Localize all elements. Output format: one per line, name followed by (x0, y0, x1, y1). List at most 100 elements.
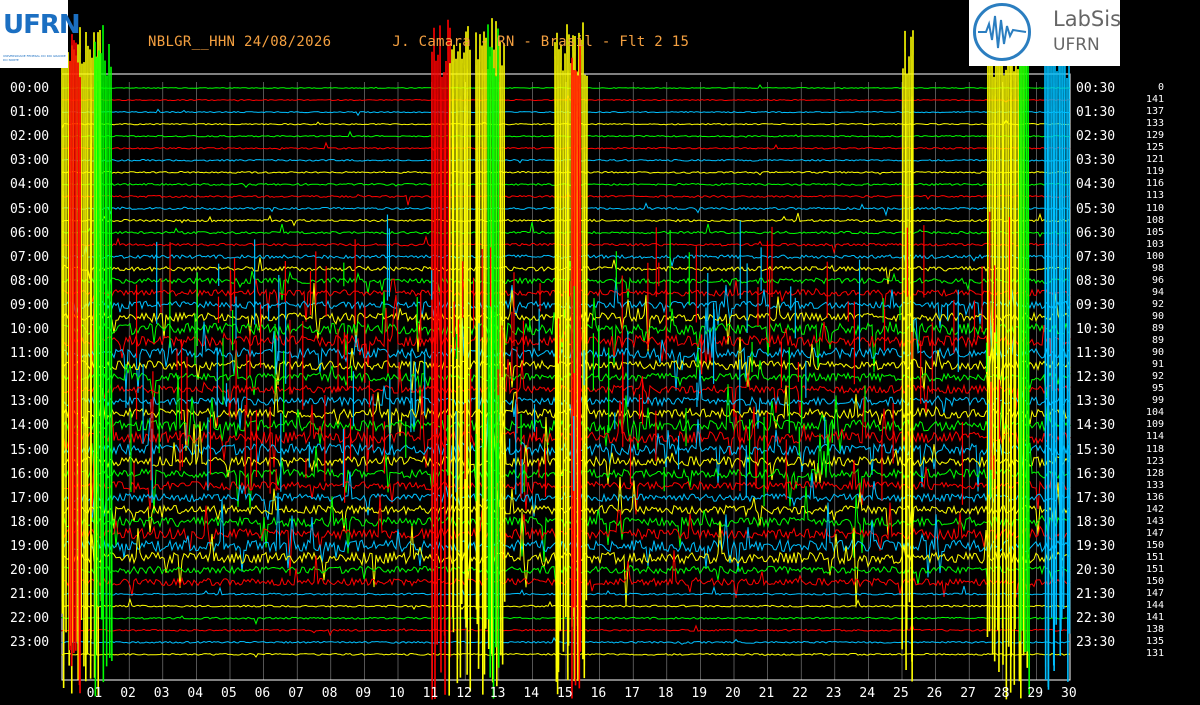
signal-burst (901, 68, 904, 650)
signal-burst (1023, 21, 1026, 653)
x-tick-label: 22 (792, 686, 808, 701)
signal-burst (466, 26, 469, 675)
x-tick-label: 10 (389, 686, 405, 701)
labsis-logo: LabSis UFRN (969, 0, 1121, 66)
signal-burst (585, 75, 588, 601)
signal-burst (1055, 71, 1058, 625)
scale-value: 151 (1145, 551, 1164, 563)
signal-burst (1050, 51, 1053, 618)
signal-burst (564, 53, 567, 617)
scale-value: 150 (1145, 539, 1164, 551)
scale-value: 96 (1151, 274, 1164, 286)
signal-burst (1058, 31, 1062, 656)
hour-label-right: 01:30 (1076, 105, 1116, 121)
x-tick-label: 02 (120, 686, 136, 701)
hour-label-right: 13:30 (1076, 394, 1116, 410)
scale-value: 147 (1145, 527, 1164, 539)
scale-value: 89 (1151, 323, 1164, 334)
signal-burst (1060, 47, 1064, 619)
hour-label-right: 17:30 (1076, 490, 1116, 506)
scale-value: 90 (1151, 347, 1164, 359)
signal-burst (1014, 41, 1017, 630)
scale-value: 123 (1145, 455, 1164, 467)
x-tick-label: 24 (859, 686, 876, 701)
scale-value: 99 (1151, 395, 1164, 407)
signal-burst (1047, 30, 1050, 690)
signal-burst (476, 59, 479, 625)
hour-label-right: 19:30 (1076, 538, 1116, 554)
scale-value: 143 (1145, 515, 1164, 527)
x-tick-label: 30 (1061, 686, 1077, 701)
hour-label-left: 08:00 (10, 273, 50, 289)
x-tick-label: 21 (758, 686, 775, 701)
helicorder-plot (61, 18, 1071, 700)
scale-value: 131 (1145, 648, 1164, 660)
hour-label-left: 13:00 (10, 394, 50, 410)
x-tick-label: 09 (355, 686, 372, 701)
hour-label-right: 09:30 (1076, 297, 1116, 313)
hour-label-right: 07:30 (1076, 249, 1116, 265)
x-tick-label: 03 (153, 686, 170, 701)
scale-value: 144 (1145, 600, 1164, 612)
hour-label-left: 19:00 (10, 538, 50, 554)
signal-burst (487, 24, 490, 620)
scale-value: 116 (1145, 178, 1164, 190)
signal-burst (110, 66, 113, 661)
signal-burst (499, 41, 502, 656)
hour-label-left: 07:00 (10, 249, 50, 265)
hour-label-right: 15:30 (1076, 442, 1116, 458)
x-tick-label: 04 (187, 686, 204, 701)
signal-burst (481, 45, 484, 695)
x-tick-label: 08 (321, 686, 338, 701)
scale-value: 100 (1145, 250, 1164, 262)
scale-value: 110 (1145, 202, 1164, 214)
scale-value: 89 (1151, 335, 1164, 347)
x-tick-label: 20 (725, 686, 741, 701)
hour-label-left: 09:00 (10, 297, 50, 313)
scale-value: 119 (1145, 166, 1164, 178)
signal-burst (1027, 59, 1031, 695)
hour-label-right: 23:30 (1076, 635, 1116, 651)
x-tick-label: 06 (254, 686, 271, 701)
scale-value: 125 (1145, 142, 1164, 154)
scale-value: 103 (1145, 238, 1164, 250)
signal-burst (475, 32, 478, 610)
hour-label-right: 21:30 (1076, 587, 1116, 603)
labsis-logo-line2: UFRN (1053, 35, 1100, 55)
hour-label-left: 04:00 (10, 177, 50, 193)
hour-label-right: 08:30 (1076, 273, 1116, 289)
scale-value: 104 (1145, 407, 1164, 419)
hour-label-left: 01:00 (10, 105, 50, 121)
hour-label-left: 23:00 (10, 635, 50, 651)
hour-label-right: 00:30 (1076, 81, 1116, 96)
signal-burst (436, 54, 439, 645)
x-tick-label: 26 (926, 686, 943, 701)
hour-label-right: 12:30 (1076, 370, 1116, 386)
scale-value: 113 (1145, 190, 1164, 202)
signal-burst (554, 42, 558, 682)
signal-burst (1062, 33, 1066, 609)
signal-burst (991, 65, 994, 655)
scale-value: 95 (1151, 383, 1164, 395)
scale-value: 133 (1145, 118, 1164, 130)
scale-value: 129 (1145, 130, 1164, 142)
scale-value: 128 (1145, 467, 1164, 479)
hour-label-left: 02:00 (10, 129, 50, 145)
signal-burst (503, 43, 506, 602)
scale-value: 114 (1145, 431, 1164, 443)
scale-value: 121 (1145, 154, 1164, 166)
signal-burst (579, 38, 582, 652)
x-tick-label: 11 (422, 686, 439, 701)
signal-burst (448, 63, 451, 696)
scale-value: 92 (1151, 371, 1164, 383)
scale-value: 150 (1145, 576, 1164, 588)
signal-burst (100, 53, 103, 620)
x-tick-label: 01 (86, 686, 103, 701)
scale-value: 90 (1151, 310, 1164, 322)
signal-burst (456, 51, 459, 659)
scale-value: 98 (1151, 262, 1164, 274)
signal-burst (86, 45, 89, 655)
signal-burst (904, 30, 907, 671)
scale-value: 147 (1145, 588, 1164, 600)
scale-value: 151 (1145, 564, 1164, 575)
